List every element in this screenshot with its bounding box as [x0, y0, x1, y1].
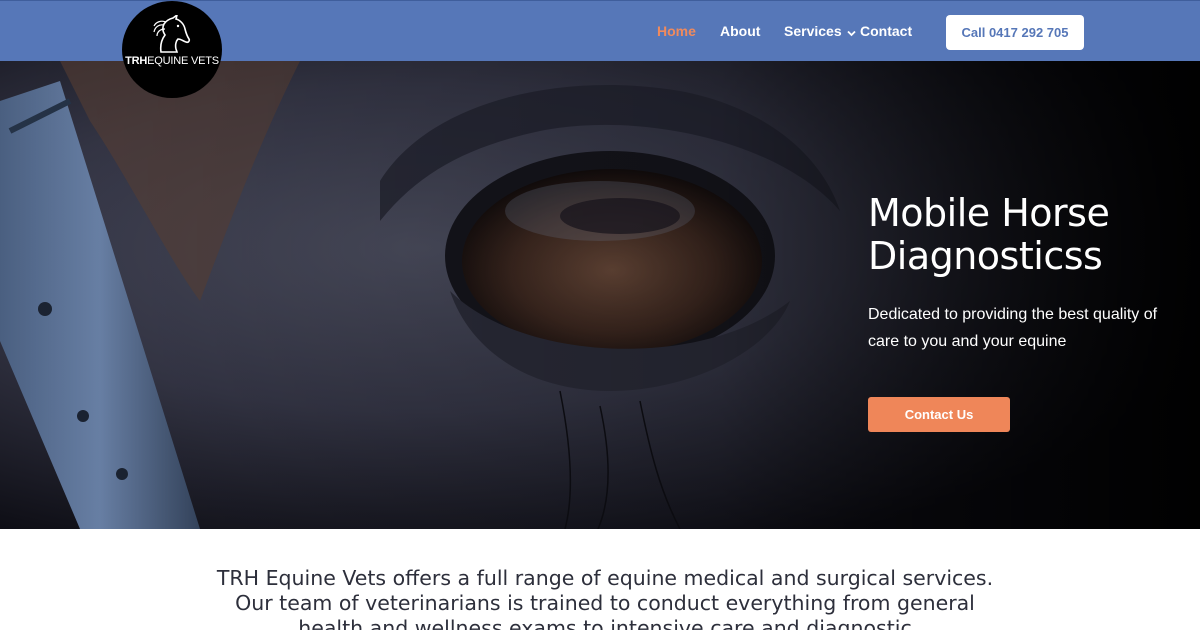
logo[interactable]: TRHEQUINE VETS — [122, 1, 222, 98]
nav-services-label: Services — [784, 23, 842, 39]
logo-brand: TRH — [125, 55, 148, 67]
call-button-label: Call 0417 292 705 — [961, 25, 1069, 40]
horse-head-icon — [153, 15, 191, 53]
chevron-down-icon — [846, 24, 856, 40]
hero-section: Mobile Horse Diagnosticss Dedicated to p… — [0, 61, 1200, 529]
intro-paragraph: TRH Equine Vets offers a full range of e… — [216, 566, 994, 630]
nav-contact[interactable]: Contact — [860, 23, 912, 39]
contact-us-label: Contact Us — [904, 407, 974, 422]
nav-contact-label: Contact — [860, 23, 913, 39]
contact-us-button[interactable]: Contact Us — [868, 397, 1010, 432]
hero-subtitle: Dedicated to providing the best quality … — [868, 306, 1158, 350]
nav-about-label: About — [720, 23, 761, 39]
hero-horse-eye-image — [0, 61, 1200, 529]
logo-name: EQUINE VETS — [147, 55, 219, 67]
nav-home[interactable]: Home — [657, 23, 696, 39]
call-button[interactable]: Call 0417 292 705 — [946, 15, 1084, 50]
logo-text: TRHEQUINE VETS — [125, 55, 219, 67]
hero-title: Mobile Horse Diagnosticss — [868, 191, 1110, 278]
nav-services[interactable]: Services — [784, 23, 856, 40]
nav-home-label: Home — [657, 23, 696, 39]
nav-about[interactable]: About — [720, 23, 760, 39]
